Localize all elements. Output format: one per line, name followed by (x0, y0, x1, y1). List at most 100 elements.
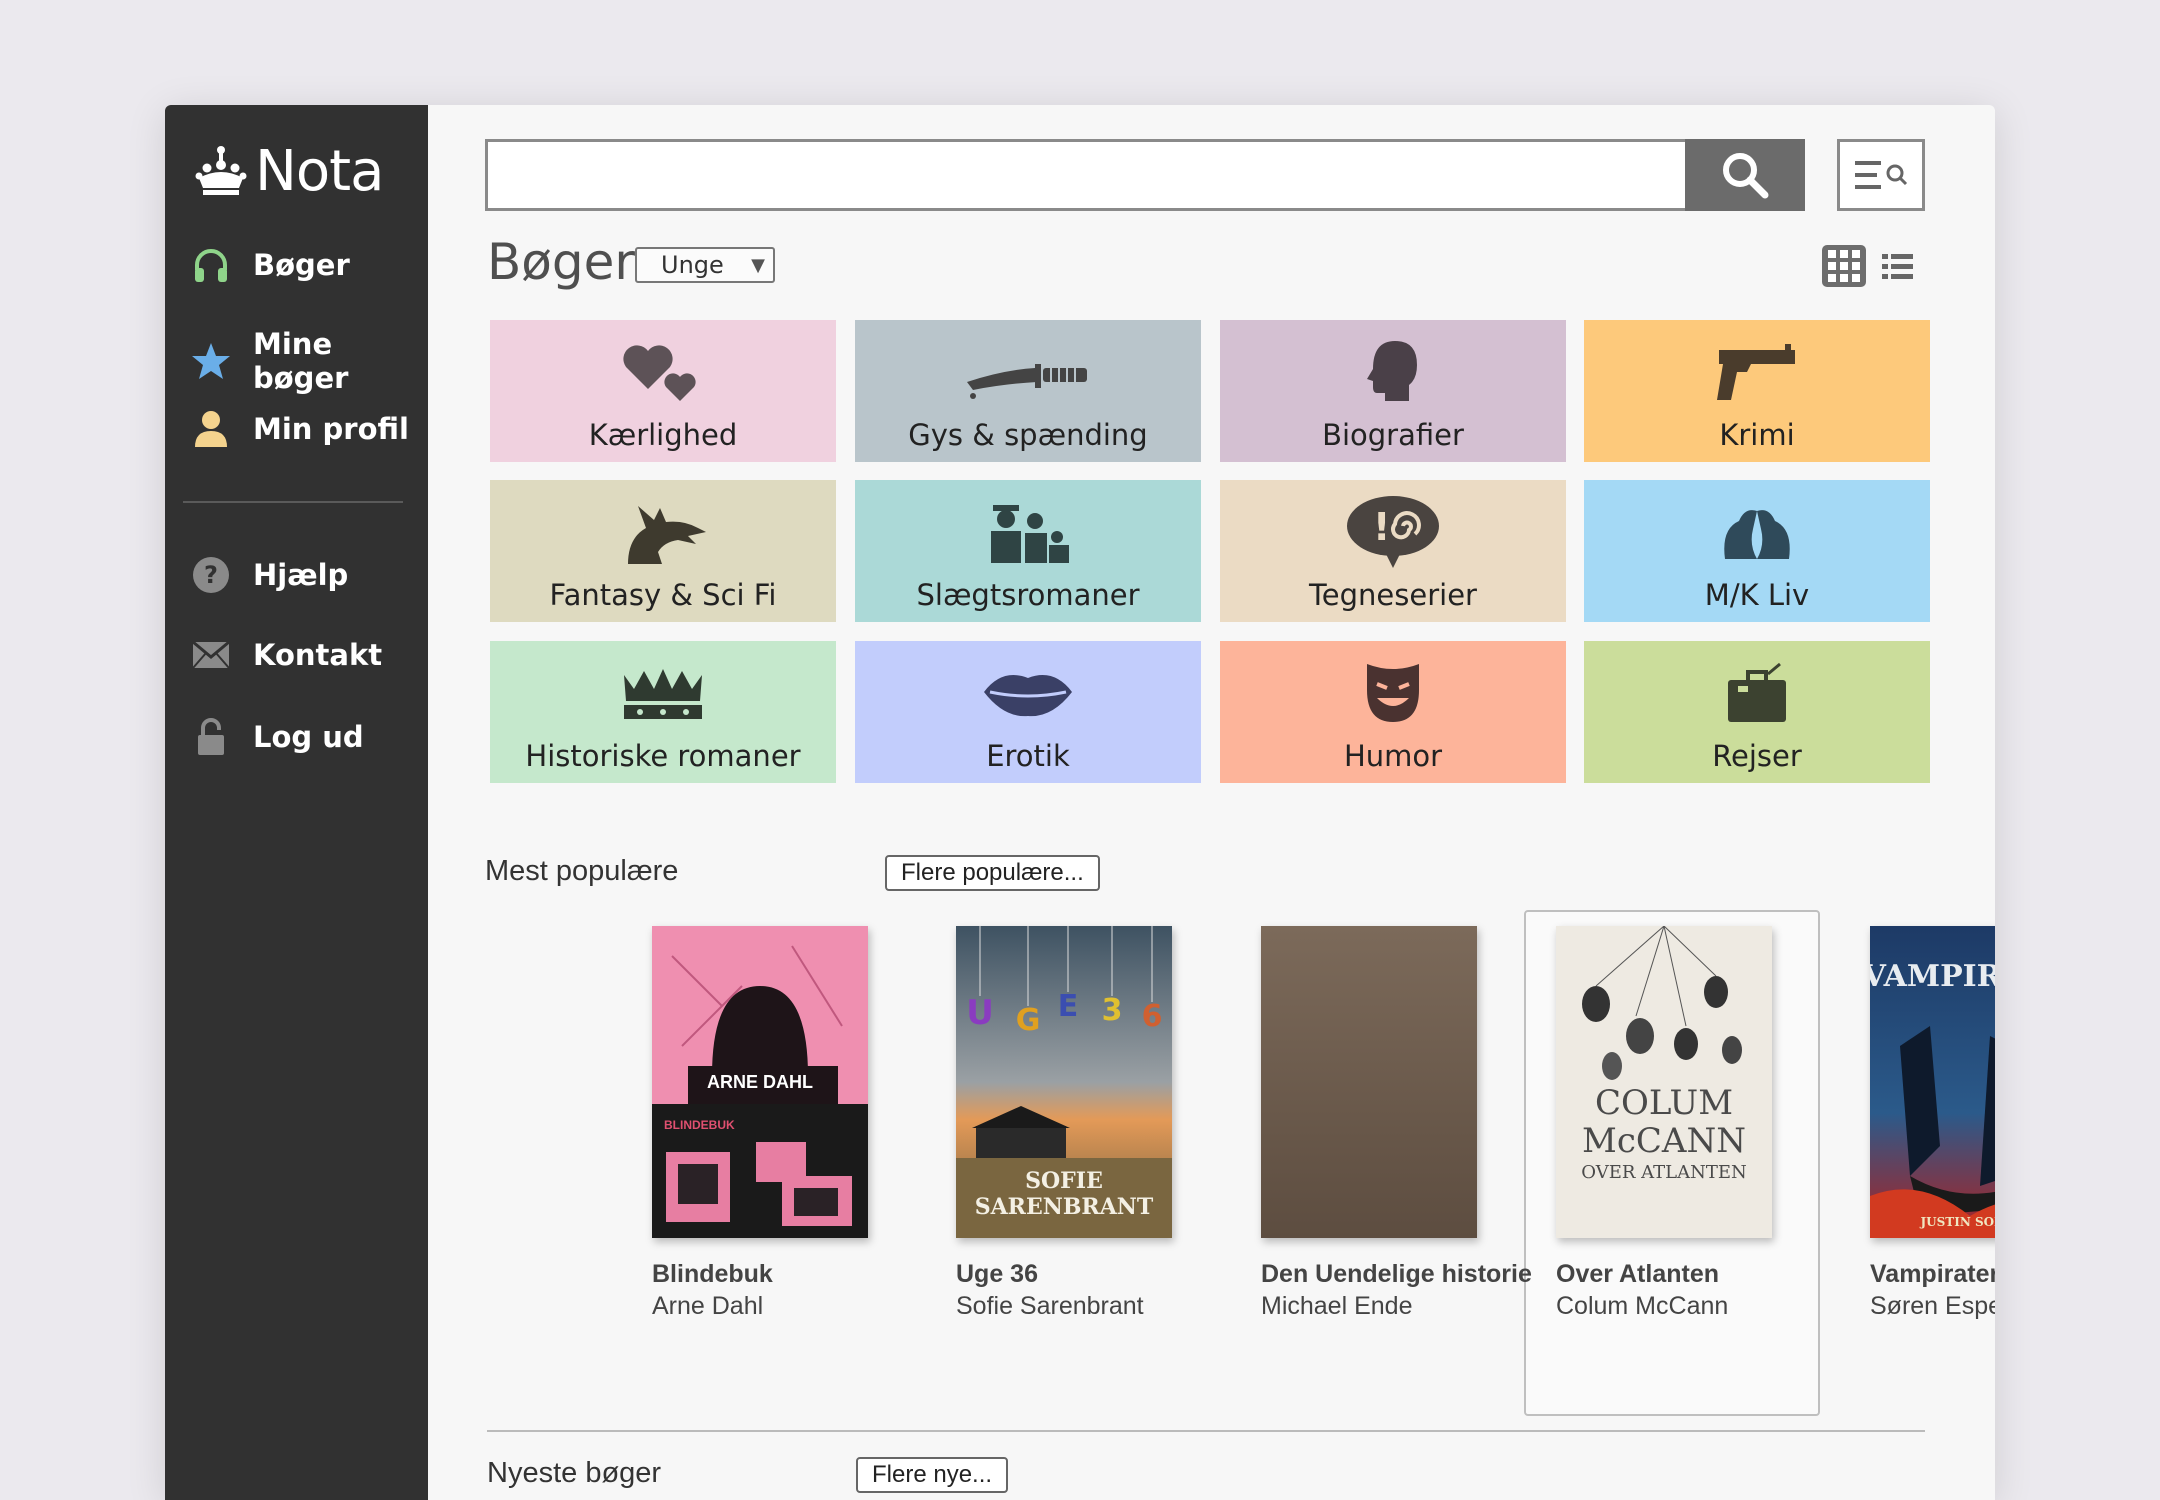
genre-tile-gys-spaending[interactable]: Gys & spænding (855, 320, 1201, 462)
main-content: Bøger Unge ▼ Kærlighed Gys & spænding Bi (428, 105, 1995, 1500)
couple-icon (1724, 510, 1790, 559)
genre-label: Gys & spænding (908, 418, 1148, 452)
genre-tile-fantasy-sci-fi[interactable]: Fantasy & Sci Fi (490, 480, 836, 622)
search-bar (485, 139, 1805, 211)
svg-text:!: ! (1373, 505, 1390, 549)
cover-image: COLUM McCANN OVER ATLANTEN (1556, 926, 1772, 1238)
genre-tile-kaerlighed[interactable]: Kærlighed (490, 320, 836, 462)
sidebar-item-label: Log ud (253, 720, 364, 754)
book-cover[interactable]: COLUM McCANN OVER ATLANTEN (1556, 926, 1772, 1238)
hearts-icon (623, 345, 696, 401)
cover-title-text: BLINDEBUK (664, 1118, 735, 1132)
svg-text:VAMPIRATER: VAMPIRATER (1870, 959, 1995, 994)
knife-icon (967, 364, 1087, 399)
sidebar-item-min-profil[interactable]: Min profil (191, 409, 409, 449)
list-view-button[interactable] (1878, 245, 1918, 287)
more-newest-button[interactable]: Flere nye... (856, 1457, 1009, 1493)
sidebar-item-boger[interactable]: Bøger (191, 245, 350, 285)
book-cover[interactable]: U G E 3 6 SOFIE SARENBRANT (956, 926, 1172, 1238)
dropdown-arrow-icon: ▼ (751, 255, 765, 276)
sidebar-item-label: Kontakt (253, 638, 383, 672)
book-card-over-atlanten[interactable]: COLUM McCANN OVER ATLANTEN Over Atlanten… (1556, 926, 1836, 1322)
book-title: Over Atlanten (1556, 1260, 1720, 1288)
lips-icon (984, 675, 1072, 717)
search-button[interactable] (1685, 139, 1805, 211)
sidebar-item-hjaelp[interactable]: ? Hjælp (191, 555, 348, 595)
section-divider (487, 1430, 1925, 1432)
lock-icon (191, 717, 231, 757)
newest-section-title: Nyeste bøger (487, 1457, 662, 1489)
pistol-icon (1717, 344, 1795, 400)
audience-select-value: Unge (661, 251, 724, 279)
genre-tile-tegneserier[interactable]: ! Tegneserier (1220, 480, 1566, 622)
sidebar-item-mine-boger[interactable]: Mine bøger (191, 327, 428, 395)
svg-text:?: ? (204, 561, 218, 589)
book-card-den-uendelige-historie[interactable]: Den Uendelige historie Michael Ende (1261, 926, 1541, 1322)
crown-logo-icon (195, 145, 247, 195)
genre-tile-slaegtsromaner[interactable]: Slægtsromaner (855, 480, 1201, 622)
person-icon (191, 409, 231, 449)
book-cover[interactable]: VAMPIRATER JUSTIN SOMPER (1870, 926, 1995, 1238)
genre-tile-rejser[interactable]: Rejser (1584, 641, 1930, 783)
genre-tile-erotik[interactable]: Erotik (855, 641, 1201, 783)
sidebar-item-label: Hjælp (253, 558, 349, 592)
book-cover[interactable]: ARNE DAHL BLINDEBUK (652, 926, 868, 1238)
genre-tile-historiske-romaner[interactable]: Historiske romaner (490, 641, 836, 783)
genre-label: Fantasy & Sci Fi (549, 578, 777, 612)
search-input[interactable] (485, 139, 1685, 211)
book-card-vampirater[interactable]: VAMPIRATER JUSTIN SOMPER Vampirater Søre… (1870, 926, 1995, 1322)
dragon-icon (628, 506, 706, 564)
suitcase-icon (1728, 662, 1786, 722)
list-view-icon (1882, 254, 1913, 279)
book-author: Sofie Sarenbrant (956, 1292, 1144, 1320)
genre-label: Biografier (1322, 418, 1464, 452)
head-profile-icon (1367, 341, 1417, 401)
crown-icon (624, 669, 702, 719)
svg-text:McCANN: McCANN (1582, 1121, 1746, 1161)
popular-section-title: Mest populære (485, 855, 679, 887)
sidebar-item-log-ud[interactable]: Log ud (191, 717, 364, 757)
genre-tile-humor[interactable]: Humor (1220, 641, 1566, 783)
list-search-icon (1855, 161, 1908, 189)
genre-label: Krimi (1719, 418, 1795, 452)
advanced-search-button[interactable] (1837, 139, 1925, 211)
svg-text:SOFIE: SOFIE (1025, 1168, 1103, 1194)
book-author: Arne Dahl (652, 1292, 764, 1320)
svg-text:COLUM: COLUM (1595, 1083, 1733, 1123)
audience-select[interactable]: Unge ▼ (635, 247, 775, 283)
genre-tile-mk-liv[interactable]: M/K Liv (1584, 480, 1930, 622)
book-author: Søren Espersen (1870, 1292, 1995, 1320)
sidebar-item-label: Mine bøger (253, 327, 349, 395)
genre-tile-krimi[interactable]: Krimi (1584, 320, 1930, 462)
nota-logo[interactable]: Nota (195, 139, 384, 204)
genre-tile-biografier[interactable]: Biografier (1220, 320, 1566, 462)
sidebar-item-label: Bøger (253, 248, 350, 282)
book-title: Vampirater (1870, 1260, 1995, 1288)
book-author: Michael Ende (1261, 1292, 1413, 1320)
speech-bubble-icon: ! (1347, 496, 1439, 568)
book-card-blindebuk[interactable]: ARNE DAHL BLINDEBUK Blindebuk Arne Dahl (652, 926, 932, 1322)
svg-text:6: 6 (1142, 999, 1163, 1034)
cover-image: ARNE DAHL BLINDEBUK (652, 926, 868, 1238)
headphones-icon (191, 245, 231, 285)
svg-text:3: 3 (1102, 993, 1123, 1028)
svg-text:JUSTIN SOMPER: JUSTIN SOMPER (1919, 1215, 1995, 1229)
book-cover-placeholder[interactable] (1261, 926, 1477, 1238)
genre-label: Humor (1343, 739, 1443, 773)
genre-label: Slægtsromaner (916, 578, 1140, 612)
genre-label: Kærlighed (588, 418, 738, 452)
logo-text: Nota (255, 139, 384, 204)
sidebar-item-kontakt[interactable]: Kontakt (191, 635, 382, 675)
book-card-uge-36[interactable]: U G E 3 6 SOFIE SARENBRANT Uge 36 Sofie … (956, 926, 1236, 1322)
sidebar-item-label: Min profil (253, 412, 409, 446)
cover-author-text: ARNE DAHL (707, 1072, 813, 1092)
book-author: Colum McCann (1556, 1292, 1729, 1320)
svg-text:SARENBRANT: SARENBRANT (975, 1194, 1154, 1220)
book-title: Den Uendelige historie (1261, 1260, 1532, 1288)
more-popular-button[interactable]: Flere populære... (885, 855, 1100, 891)
page-title: Bøger (487, 233, 635, 291)
svg-text:OVER ATLANTEN: OVER ATLANTEN (1581, 1162, 1746, 1183)
star-icon (191, 341, 231, 381)
grid-view-button[interactable] (1822, 245, 1866, 287)
svg-text:U: U (966, 993, 994, 1033)
